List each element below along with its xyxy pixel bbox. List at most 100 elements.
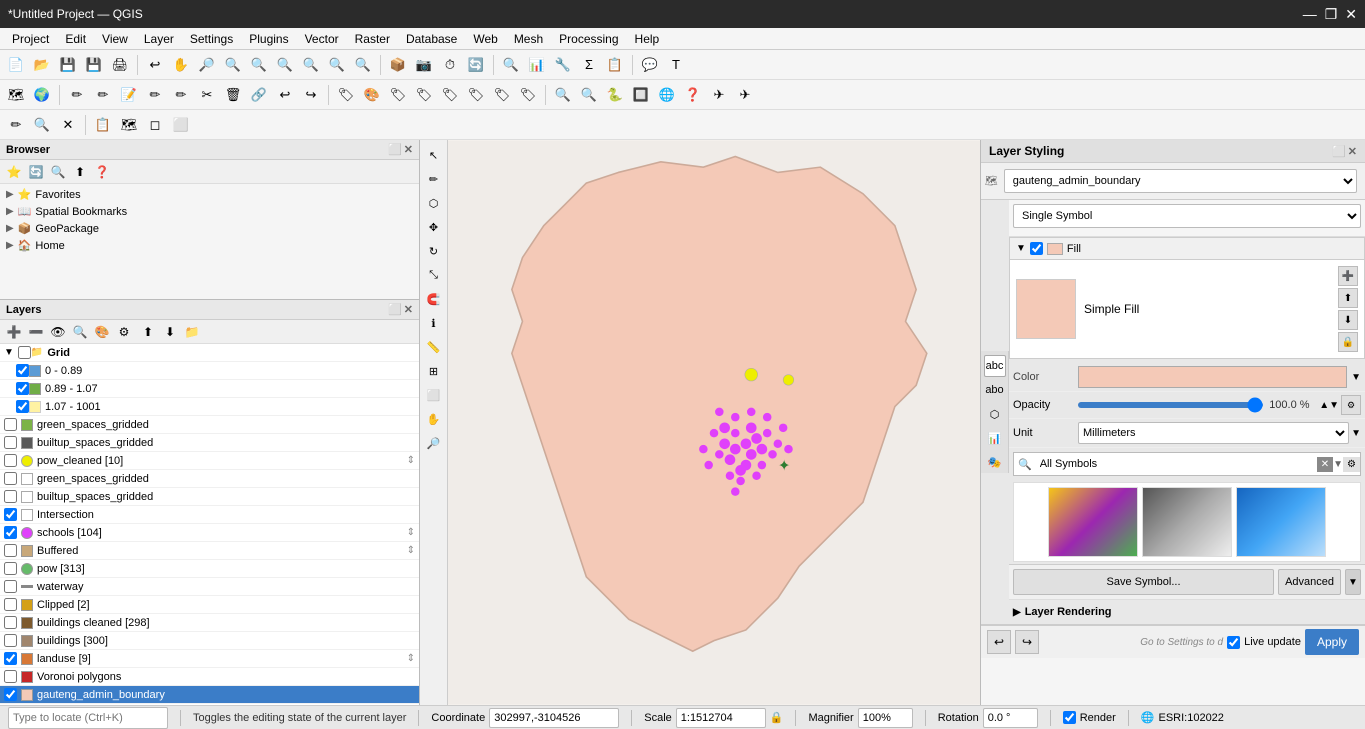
zoom-full-btn[interactable]: 🔍	[247, 53, 271, 77]
sel-clear-btn[interactable]: ✕	[56, 113, 80, 137]
browser-refresh-btn[interactable]: 🔄	[26, 162, 46, 182]
tool-identify[interactable]: ℹ	[423, 312, 445, 334]
layer-buffered-checkbox[interactable]	[4, 544, 17, 557]
browser-item-geopackage[interactable]: ▶ 📦 GeoPackage	[2, 220, 417, 237]
zoom-selection-btn[interactable]: 🔍	[299, 53, 323, 77]
tool-scale[interactable]: ⤡	[423, 264, 445, 286]
render-checkbox[interactable]	[1063, 711, 1076, 724]
coordinate-input[interactable]	[489, 708, 619, 728]
label6-btn[interactable]: 🏷	[464, 83, 488, 107]
scale-input[interactable]	[676, 708, 766, 728]
globe2-btn[interactable]: 🌐	[655, 83, 679, 107]
undo-btn[interactable]: ↩	[143, 53, 167, 77]
layer-builtup-spaces-gridded1-checkbox[interactable]	[4, 436, 17, 449]
layer-green-spaces-gridded1[interactable]: green_spaces_gridded	[0, 416, 419, 434]
layer-builtup-spaces-gridded2-checkbox[interactable]	[4, 490, 17, 503]
grid2-btn[interactable]: 🔲	[629, 83, 653, 107]
nav-undo-btn[interactable]: ↩	[987, 630, 1011, 654]
layer-buffered[interactable]: Buffered ⇕	[0, 542, 419, 560]
sel-rect2-btn[interactable]: ⬜	[169, 113, 193, 137]
sel-clipboard-btn[interactable]: 📋	[91, 113, 115, 137]
layers-maximize-btn[interactable]: ⬜	[388, 303, 402, 316]
sel-pencil-btn[interactable]: ✏	[4, 113, 28, 137]
layers-visibility-btn[interactable]: 👁	[48, 322, 68, 342]
edit5-btn[interactable]: ✏	[169, 83, 193, 107]
menu-project[interactable]: Project	[4, 30, 57, 48]
browser-help-btn[interactable]: ❓	[92, 162, 112, 182]
fill-add-btn[interactable]: ➕	[1338, 266, 1358, 286]
grid-btn[interactable]: 🔍	[577, 83, 601, 107]
symbol-item-2[interactable]	[1142, 487, 1232, 557]
layer-clipped[interactable]: Clipped [2]	[0, 596, 419, 614]
zoom-last-btn[interactable]: 🔍	[325, 53, 349, 77]
layer-green-spaces-gridded2-checkbox[interactable]	[4, 472, 17, 485]
tool-zoom[interactable]: 🔎	[423, 432, 445, 454]
browser-filter-btn[interactable]: 🔍	[48, 162, 68, 182]
menu-settings[interactable]: Settings	[182, 30, 241, 48]
tool-deselect[interactable]: ⬜	[423, 384, 445, 406]
layers-style-btn[interactable]: 🎨	[92, 322, 112, 342]
browser-maximize-btn[interactable]: ⬜	[388, 143, 402, 156]
layer-builtup-spaces-gridded2[interactable]: builtup_spaces_gridded	[0, 488, 419, 506]
browser-item-favorites[interactable]: ▶ ⭐ Favorites	[2, 186, 417, 203]
layers-remove-btn[interactable]: ➖	[26, 322, 46, 342]
tool-measure[interactable]: 📏	[423, 336, 445, 358]
menu-raster[interactable]: Raster	[347, 30, 398, 48]
layer-pow-checkbox[interactable]	[4, 562, 17, 575]
advanced-dropdown-arrow[interactable]: ▼	[1345, 569, 1361, 595]
browser-item-bookmarks[interactable]: ▶ 📖 Spatial Bookmarks	[2, 203, 417, 220]
label4-btn[interactable]: 🏷	[412, 83, 436, 107]
menu-help[interactable]: Help	[627, 30, 668, 48]
browser-close-btn[interactable]: ✕	[404, 143, 413, 156]
close-btn[interactable]: ✕	[1345, 6, 1357, 23]
menu-view[interactable]: View	[94, 30, 136, 48]
layer-buildings-cleaned-checkbox[interactable]	[4, 616, 17, 629]
tool-move[interactable]: ✥	[423, 216, 445, 238]
save-as-btn[interactable]: 💾	[82, 53, 106, 77]
tool-rotate[interactable]: ↻	[423, 240, 445, 262]
layer-107-1001-checkbox[interactable]	[16, 400, 29, 413]
tool-snapping[interactable]: 🧲	[423, 288, 445, 310]
nav-btn[interactable]: ✈	[707, 83, 731, 107]
rotation-input[interactable]	[983, 708, 1038, 728]
tool-select[interactable]: ⊞	[423, 360, 445, 382]
layer-waterway[interactable]: waterway	[0, 578, 419, 596]
maximize-btn[interactable]: ❐	[1325, 6, 1338, 23]
deselect-btn[interactable]: ⏱	[438, 53, 462, 77]
tool-edit[interactable]: ✏	[423, 168, 445, 190]
opacity-up-arrow[interactable]: ▲	[1319, 400, 1329, 411]
style-mask-tab[interactable]: 🎭	[984, 451, 1006, 473]
style-3d-tab[interactable]: ⬡	[984, 403, 1006, 425]
grid-checkbox[interactable]	[18, 346, 31, 359]
layer-107-1001[interactable]: 1.07 - 1001	[0, 398, 419, 416]
menu-vector[interactable]: Vector	[297, 30, 347, 48]
identify-btn[interactable]: 📦	[386, 53, 410, 77]
label5-btn[interactable]: 🏷	[438, 83, 462, 107]
color-picker-btn[interactable]	[1078, 366, 1347, 388]
menu-processing[interactable]: Processing	[551, 30, 626, 48]
fill-lock-btn[interactable]: 🔒	[1338, 332, 1358, 352]
layer-pow-cleaned[interactable]: pow_cleaned [10] ⇕	[0, 452, 419, 470]
style-label-tab[interactable]: abc	[984, 355, 1006, 377]
text-btn[interactable]: T	[664, 53, 688, 77]
browser-collapse-btn[interactable]: ⬆	[70, 162, 90, 182]
live-update-checkbox[interactable]	[1227, 636, 1240, 649]
redo-btn[interactable]: ↪	[299, 83, 323, 107]
opacity-down-arrow[interactable]: ▼	[1329, 400, 1339, 411]
browser-item-home[interactable]: ▶ 🏠 Home	[2, 237, 417, 254]
layer-gauteng[interactable]: gauteng_admin_boundary	[0, 686, 419, 704]
unit-dropdown[interactable]: Millimeters	[1078, 422, 1349, 444]
print-btn[interactable]: 🖨	[108, 53, 132, 77]
sel-rect-btn[interactable]: ◻	[143, 113, 167, 137]
settings-btn[interactable]: 🔧	[551, 53, 575, 77]
styling-dock-btn[interactable]: ⬜	[1332, 145, 1346, 158]
layer-089-107[interactable]: 0.89 - 1.07	[0, 380, 419, 398]
layers-group-btn[interactable]: 📁	[182, 322, 202, 342]
layers-close-btn[interactable]: ✕	[404, 303, 413, 316]
apply-btn[interactable]: Apply	[1305, 629, 1359, 655]
symbol-item-1[interactable]	[1048, 487, 1138, 557]
tips-btn[interactable]: 💬	[638, 53, 662, 77]
opacity-lock-btn[interactable]: ⚙	[1341, 395, 1361, 415]
nav2-btn[interactable]: ✈	[733, 83, 757, 107]
sum-btn[interactable]: Σ	[577, 53, 601, 77]
